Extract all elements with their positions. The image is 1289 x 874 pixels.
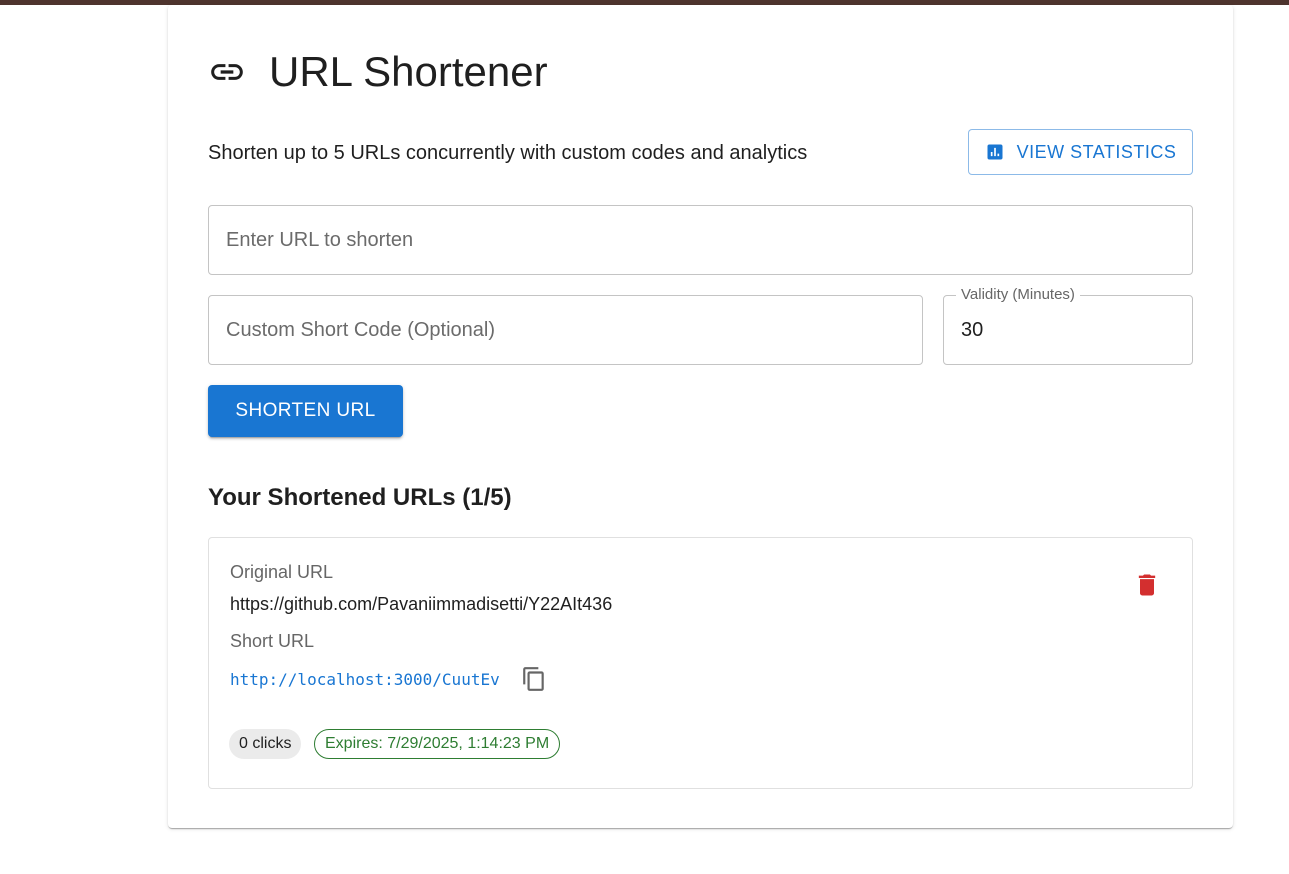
page-header: URL Shortener <box>208 47 548 97</box>
short-url-label: Short URL <box>230 631 315 651</box>
results-heading: Your Shortened URLs (1/5) <box>208 484 512 511</box>
copy-button[interactable] <box>519 664 549 694</box>
url-field <box>208 205 1193 275</box>
main-card: URL Shortener Shorten up to 5 URLs concu… <box>168 5 1233 828</box>
copy-icon <box>523 667 544 691</box>
page-subtitle: Shorten up to 5 URLs concurrently with c… <box>208 142 808 164</box>
result-card: Original URL https://github.com/Pavaniim… <box>208 537 1193 789</box>
trash-icon <box>1138 574 1156 596</box>
delete-button[interactable] <box>1130 568 1164 602</box>
validity-input[interactable] <box>944 296 1192 364</box>
custom-code-field <box>208 295 923 365</box>
url-input[interactable] <box>209 206 1192 274</box>
view-statistics-button[interactable]: VIEW STATISTICS <box>968 129 1193 175</box>
validity-field: Validity (Minutes) <box>943 286 1193 365</box>
original-url-value: https://github.com/Pavaniimmadisetti/Y22… <box>230 594 613 614</box>
shorten-url-button[interactable]: SHORTEN URL <box>208 385 403 437</box>
view-statistics-label: VIEW STATISTICS <box>1016 141 1177 162</box>
short-url-link[interactable]: http://localhost:3000/CuutEv <box>230 669 500 691</box>
custom-code-input[interactable] <box>209 296 922 364</box>
link-icon <box>208 53 246 91</box>
bar-chart-icon <box>985 142 1005 162</box>
expires-badge: Expires: 7/29/2025, 1:14:23 PM <box>314 729 561 759</box>
clicks-badge: 0 clicks <box>229 729 302 759</box>
original-url-label: Original URL <box>230 562 334 582</box>
page-title: URL Shortener <box>269 48 548 95</box>
